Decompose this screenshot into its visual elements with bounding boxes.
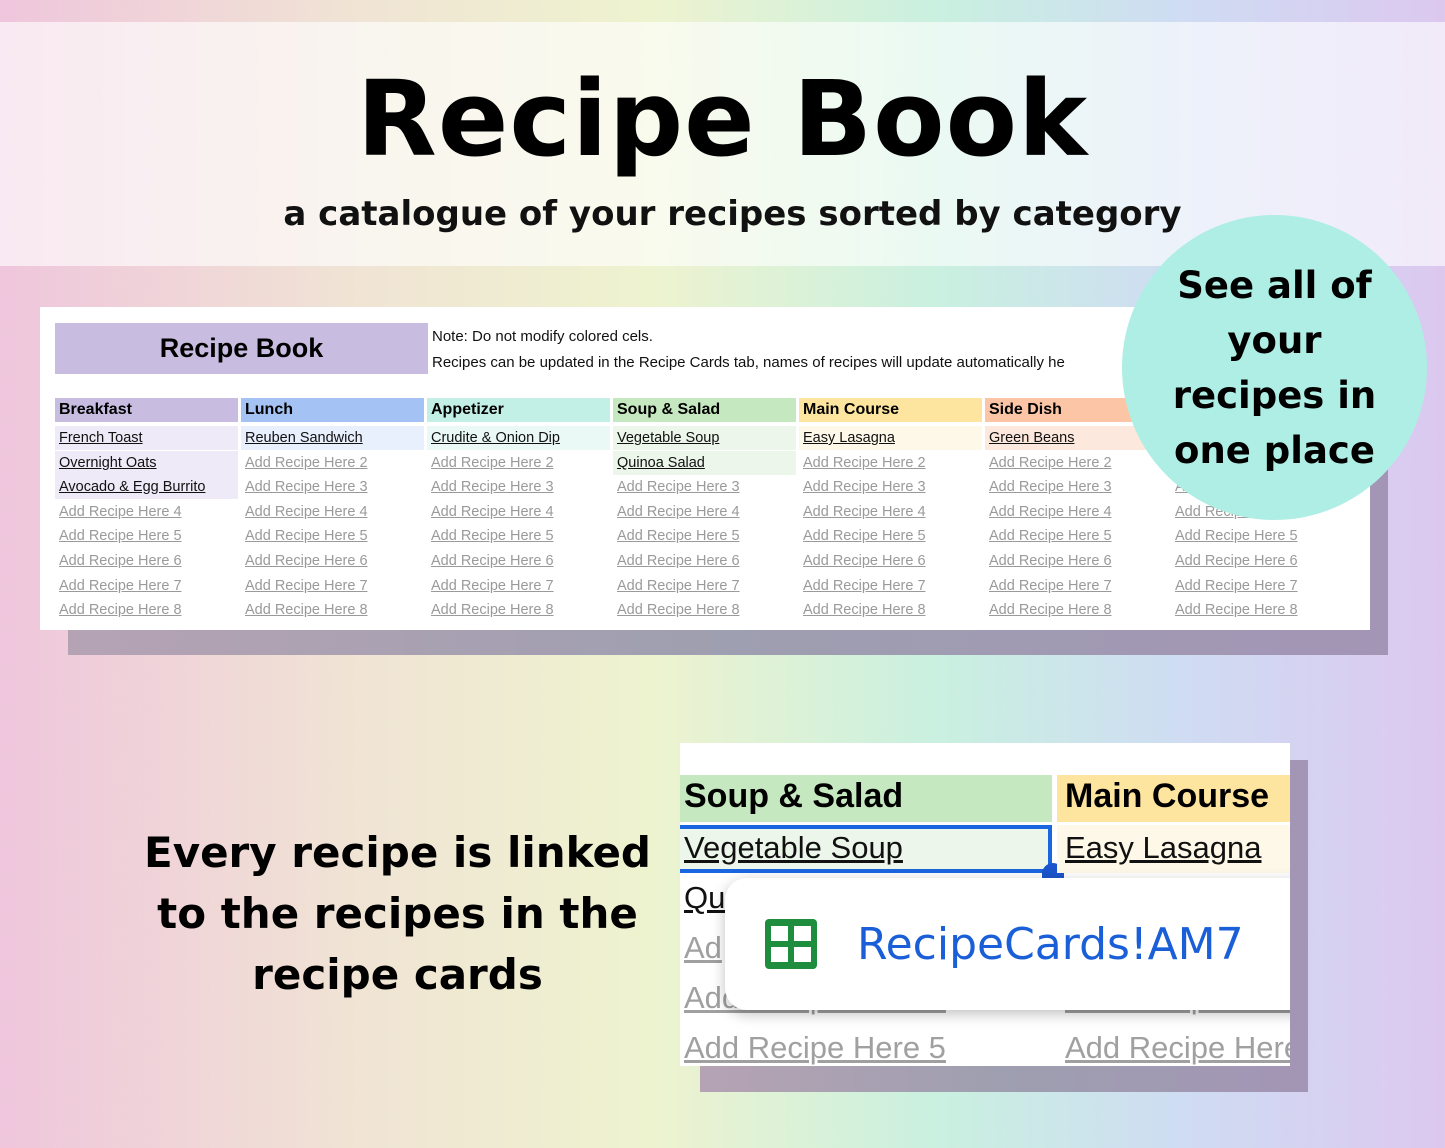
recipe-link[interactable]: Add Recipe Here 2 [799, 451, 982, 475]
recipe-link[interactable]: Add Recipe Here 7 [241, 574, 424, 598]
google-sheets-icon [765, 919, 817, 969]
recipe-link[interactable]: Add Recipe Here 2 [427, 451, 610, 475]
recipe-link[interactable]: Add Recipe Here 4 [241, 500, 424, 524]
recipe-link[interactable]: Add Recipe Here 4 [799, 500, 982, 524]
recipe-link[interactable]: Add Recipe Here 3 [799, 475, 982, 499]
column-header: Lunch [241, 398, 424, 422]
recipe-link[interactable]: Add Recipe Here 5 [613, 524, 796, 548]
inset-recipe-link[interactable]: Easy Lasagna [1065, 830, 1261, 866]
recipe-link[interactable]: Avocado & Egg Burrito [55, 475, 238, 499]
recipe-link[interactable]: Add Recipe Here 6 [799, 549, 982, 573]
recipe-link[interactable]: Add Recipe Here 4 [427, 500, 610, 524]
recipe-link[interactable]: Add Recipe Here 7 [1171, 574, 1354, 598]
recipe-link[interactable]: Add Recipe Here 5 [799, 524, 982, 548]
recipe-link[interactable]: Add Recipe Here 3 [613, 475, 796, 499]
recipe-link[interactable]: Crudite & Onion Dip [427, 426, 610, 450]
recipe-link[interactable]: Add Recipe Here 7 [613, 574, 796, 598]
note-line-1: Note: Do not modify colored cels. [432, 328, 653, 345]
page-title: Recipe Book [356, 58, 1089, 180]
callout-circle: See all of your recipes in one place [1122, 215, 1427, 520]
inset-sheet-zoom: Soup & Salad Main Course Vegetable Soup Q… [680, 743, 1290, 1066]
recipe-link[interactable]: Add Recipe Here 8 [1171, 598, 1354, 622]
note-line-2: Recipes can be updated in the Recipe Car… [432, 354, 1065, 371]
callout-text: See all of your recipes in one place [1172, 263, 1377, 472]
recipe-link[interactable]: Add Recipe Here 2 [241, 451, 424, 475]
recipe-link[interactable]: Add Recipe Here 5 [427, 524, 610, 548]
recipe-link[interactable]: Add Recipe Here 7 [985, 574, 1168, 598]
recipe-link[interactable]: French Toast [55, 426, 238, 450]
recipe-link[interactable]: Add Recipe Here 7 [55, 574, 238, 598]
recipe-link[interactable]: Add Recipe Here 6 [613, 549, 796, 573]
recipe-link[interactable]: Add Recipe Here 6 [427, 549, 610, 573]
recipe-link[interactable]: Vegetable Soup [613, 426, 796, 450]
recipe-link[interactable]: Add Recipe Here 3 [241, 475, 424, 499]
inset-recipe-link[interactable]: Add Recipe Here [1065, 1030, 1290, 1066]
recipe-link[interactable]: Add Recipe Here 5 [985, 524, 1168, 548]
recipe-link[interactable]: Add Recipe Here 3 [985, 475, 1168, 499]
recipe-link[interactable]: Add Recipe Here 6 [241, 549, 424, 573]
link-popup[interactable]: RecipeCards!AM7 [725, 878, 1290, 1010]
recipe-link[interactable]: Add Recipe Here 4 [613, 500, 796, 524]
recipe-link[interactable]: Add Recipe Here 7 [799, 574, 982, 598]
column-header: Main Course [799, 398, 982, 422]
column-header: Appetizer [427, 398, 610, 422]
recipe-link[interactable]: Add Recipe Here 5 [241, 524, 424, 548]
column-header: Breakfast [55, 398, 238, 422]
inset-recipe-link[interactable]: Ad [684, 930, 722, 966]
recipe-link[interactable]: Add Recipe Here 6 [1171, 549, 1354, 573]
inset-header-1: Soup & Salad [684, 777, 904, 815]
recipe-link[interactable]: Quinoa Salad [613, 451, 796, 475]
recipe-link[interactable]: Easy Lasagna [799, 426, 982, 450]
inset-recipe-link[interactable]: Vegetable Soup [684, 830, 903, 866]
link-text[interactable]: RecipeCards!AM7 [857, 919, 1244, 970]
recipe-link[interactable]: Add Recipe Here 6 [985, 549, 1168, 573]
sheet-title: Recipe Book [55, 323, 428, 374]
recipe-link[interactable]: Add Recipe Here 3 [427, 475, 610, 499]
caption-text: Every recipe is linked to the recipes in… [144, 828, 651, 999]
recipe-link[interactable]: Add Recipe Here 2 [985, 451, 1168, 475]
recipe-link[interactable]: Add Recipe Here 8 [613, 598, 796, 622]
recipe-link[interactable]: Add Recipe Here 5 [55, 524, 238, 548]
inset-recipe-link[interactable]: Qu [684, 880, 725, 916]
recipe-link[interactable]: Add Recipe Here 8 [241, 598, 424, 622]
recipe-link[interactable]: Add Recipe Here 8 [55, 598, 238, 622]
recipe-link[interactable]: Add Recipe Here 8 [985, 598, 1168, 622]
inset-recipe-link[interactable]: Add Recipe Here 5 [684, 1030, 946, 1066]
column-header: Soup & Salad [613, 398, 796, 422]
recipe-link[interactable]: Add Recipe Here 4 [55, 500, 238, 524]
inset-header-2: Main Course [1065, 777, 1270, 815]
recipe-link[interactable]: Overnight Oats [55, 451, 238, 475]
recipe-link[interactable]: Add Recipe Here 8 [799, 598, 982, 622]
recipe-link[interactable]: Add Recipe Here 6 [55, 549, 238, 573]
recipe-link[interactable]: Add Recipe Here 4 [985, 500, 1168, 524]
recipe-link[interactable]: Add Recipe Here 8 [427, 598, 610, 622]
recipe-link[interactable]: Add Recipe Here 7 [427, 574, 610, 598]
recipe-link[interactable]: Add Recipe Here 5 [1171, 524, 1354, 548]
recipe-link[interactable]: Reuben Sandwich [241, 426, 424, 450]
